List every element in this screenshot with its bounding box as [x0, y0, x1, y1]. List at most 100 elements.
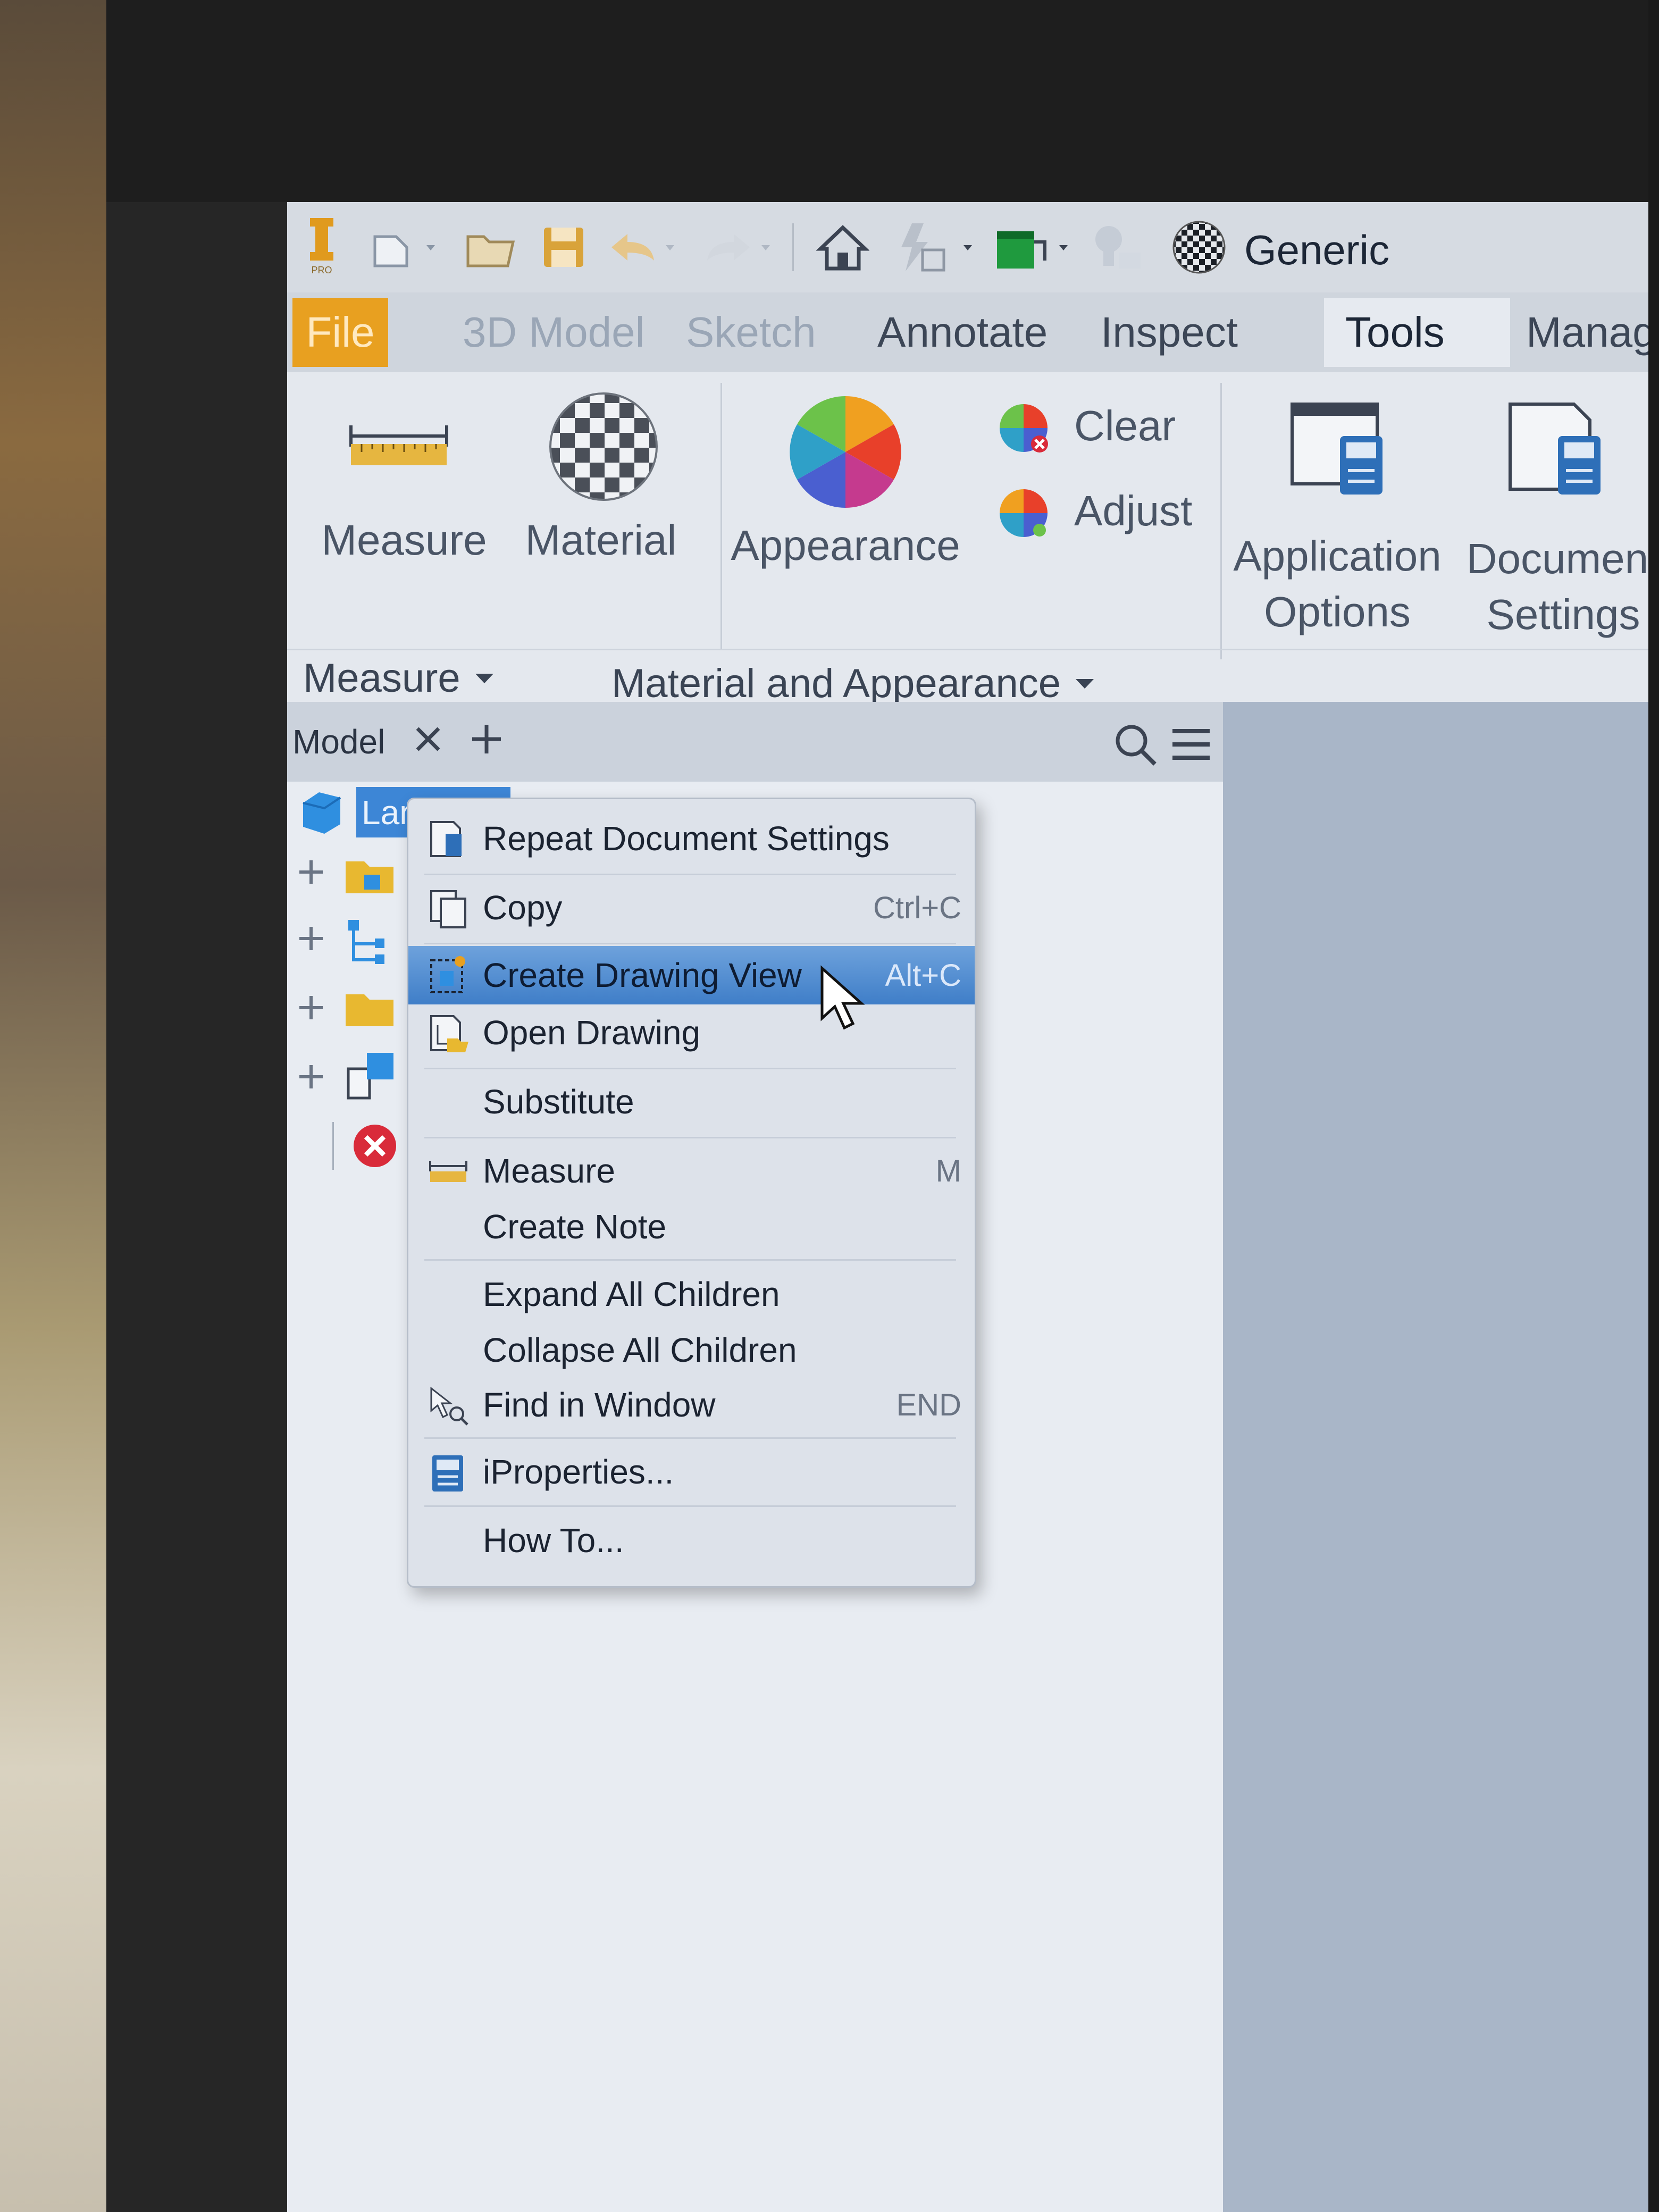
- menu-item-create-note[interactable]: Create Note: [408, 1195, 975, 1258]
- part-icon: [295, 787, 343, 837]
- undo-icon[interactable]: [606, 223, 659, 271]
- ribbon-separator: [720, 383, 722, 649]
- document-settings-button[interactable]: Document Settings: [1452, 383, 1659, 649]
- model-tab[interactable]: Model: [292, 713, 385, 771]
- document-settings-icon: [427, 818, 470, 860]
- chevron-down-icon: [475, 674, 493, 683]
- add-tab-icon[interactable]: [468, 720, 505, 760]
- menu-item-copy[interactable]: Copy Ctrl+C: [408, 876, 975, 939]
- derived-part-icon: [343, 1048, 401, 1109]
- context-menu: Repeat Document Settings Copy Ctrl+C Cre…: [407, 798, 976, 1588]
- material-icon[interactable]: [1164, 221, 1234, 274]
- monitor-bezel-top: [106, 0, 1659, 202]
- menu-item-open-drawing[interactable]: Open Drawing: [408, 1001, 975, 1064]
- save-icon[interactable]: [537, 223, 590, 271]
- measure-group-label[interactable]: Measure: [303, 654, 498, 702]
- inventor-pro-logo[interactable]: PRO: [298, 218, 346, 275]
- clear-button[interactable]: Clear: [994, 393, 1196, 463]
- menu-separator: [424, 1137, 956, 1138]
- undo-dropdown-icon[interactable]: [659, 223, 681, 271]
- material-tool[interactable]: Material: [516, 383, 686, 585]
- document-settings-icon: [1505, 399, 1611, 508]
- application-options-label-line1: Application: [1233, 532, 1442, 580]
- copy-icon: [427, 887, 470, 929]
- menu-item-how-to[interactable]: How To...: [408, 1509, 975, 1572]
- project-dropdown-icon[interactable]: [1053, 223, 1074, 271]
- material-appearance-group-text: Material and Appearance: [611, 660, 1061, 706]
- browser-menu-icon[interactable]: [1170, 723, 1212, 768]
- application-options-icon: [1287, 399, 1393, 508]
- ribbon-group-divider: [287, 649, 1659, 650]
- adjust-button[interactable]: Adjust: [994, 479, 1196, 548]
- menu-separator: [424, 1505, 956, 1507]
- close-tab-icon[interactable]: [409, 720, 447, 760]
- menu-item-create-drawing-view[interactable]: Create Drawing View Alt+C: [408, 946, 975, 1004]
- appearance-label: Appearance: [731, 522, 960, 569]
- graphics-window[interactable]: [1223, 702, 1659, 2212]
- menu-item-collapse-all-children[interactable]: Collapse All Children: [408, 1319, 975, 1381]
- browser-tab-bar: Model: [287, 702, 1223, 782]
- new-dropdown-icon[interactable]: [420, 223, 441, 271]
- project-icon[interactable]: [989, 223, 1053, 271]
- adjust-label: Adjust: [1074, 487, 1193, 534]
- tree-line: [332, 1122, 334, 1170]
- clear-appearance-icon: [994, 399, 1053, 460]
- menu-separator: [424, 1068, 956, 1069]
- home-icon[interactable]: [814, 223, 872, 271]
- appearance-tool[interactable]: Appearance: [728, 383, 962, 585]
- find-in-window-icon: [427, 1384, 470, 1427]
- menu-item-expand-all-children[interactable]: Expand All Children: [408, 1263, 975, 1326]
- menu-item-iproperties[interactable]: iProperties...: [408, 1440, 975, 1503]
- menu-separator: [424, 943, 956, 944]
- iproperties-icon: [427, 1451, 470, 1494]
- expand-icon[interactable]: [295, 1061, 327, 1095]
- clear-label: Clear: [1074, 402, 1176, 449]
- material-dropdown[interactable]: Generic: [1244, 226, 1404, 274]
- menu-separator: [424, 1259, 956, 1261]
- redo-icon[interactable]: [702, 223, 755, 271]
- tab-manage[interactable]: Manage: [1505, 298, 1659, 367]
- monitor-edge: [1648, 0, 1659, 2212]
- measure-label: Measure: [321, 516, 487, 564]
- qat-divider: [792, 223, 794, 271]
- tab-tools[interactable]: Tools: [1324, 298, 1510, 367]
- tab-sketch[interactable]: Sketch: [665, 298, 837, 367]
- tab-annotate[interactable]: Annotate: [856, 298, 1069, 367]
- drawing-view-icon: [427, 954, 470, 996]
- document-settings-label-line2: Settings: [1486, 591, 1640, 638]
- measure-group-text: Measure: [303, 655, 460, 701]
- chevron-down-icon: [1076, 679, 1094, 689]
- new-icon[interactable]: [367, 223, 415, 271]
- expand-icon[interactable]: [295, 856, 327, 891]
- ruler-icon: [346, 415, 452, 476]
- update-dropdown-icon[interactable]: [957, 223, 978, 271]
- ruler-icon: [427, 1150, 470, 1193]
- folder-icon: [343, 851, 396, 901]
- material-appearance-group-label[interactable]: Material and Appearance: [611, 659, 1098, 707]
- menu-item-substitute[interactable]: Substitute: [408, 1070, 975, 1133]
- search-icon[interactable]: [1111, 720, 1159, 771]
- measure-tool[interactable]: Measure: [308, 393, 487, 580]
- redo-dropdown-icon[interactable]: [755, 223, 776, 271]
- tab-3d-model[interactable]: 3D Model: [441, 298, 666, 367]
- application-options-label-line2: Options: [1264, 588, 1411, 635]
- inventor-window: PRO Generic File 3D Model Sketch Annotat…: [287, 202, 1659, 2212]
- menu-item-measure[interactable]: Measure M: [408, 1139, 975, 1202]
- ribbon-panel: Measure Material Appearance Clear Adjust…: [287, 372, 1659, 706]
- open-icon[interactable]: [463, 223, 521, 271]
- application-options-button[interactable]: Application Options: [1228, 383, 1446, 649]
- desk-background: [0, 0, 106, 2212]
- properties-icon[interactable]: [1085, 223, 1149, 271]
- ribbon-separator: [1220, 383, 1222, 659]
- tab-file[interactable]: File: [292, 298, 388, 367]
- expand-icon[interactable]: [295, 992, 327, 1026]
- color-wheel-icon: [787, 393, 904, 513]
- tab-inspect[interactable]: Inspect: [1079, 298, 1259, 367]
- menu-separator: [424, 874, 956, 875]
- update-icon[interactable]: [888, 223, 952, 272]
- menu-separator: [424, 1437, 956, 1439]
- expand-icon[interactable]: [295, 923, 327, 957]
- menu-item-find-in-window[interactable]: Find in Window END: [408, 1373, 975, 1436]
- error-icon: [351, 1122, 399, 1172]
- menu-item-repeat-document-settings[interactable]: Repeat Document Settings: [408, 807, 975, 870]
